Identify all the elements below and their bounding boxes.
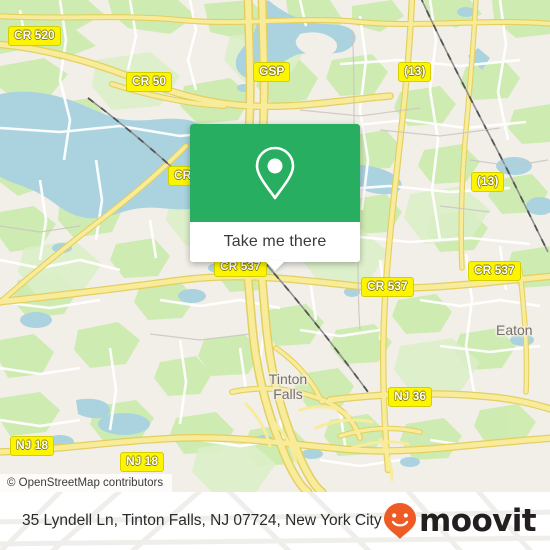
moovit-logo[interactable]: moovit (383, 502, 537, 540)
map-pin-icon (255, 146, 295, 200)
popup-pointer-tail (265, 261, 285, 271)
popup-action-area[interactable]: Take me there (190, 222, 360, 271)
shield-cr-50[interactable]: CR 50 (126, 72, 173, 92)
moovit-smiley-pin-icon (384, 503, 417, 539)
shield-nj-18-west[interactable]: NJ 18 (10, 436, 55, 456)
location-popup[interactable]: Take me there (190, 124, 360, 271)
shield-gsp[interactable]: GSP (253, 62, 291, 82)
shield-cr-520[interactable]: CR 520 (8, 26, 61, 46)
openstreetmap-attribution[interactable]: © OpenStreetMap contributors (0, 474, 173, 492)
shield-cr-537-center[interactable]: CR 537 (361, 277, 414, 297)
shield-route-13-east[interactable]: (13) (471, 172, 505, 192)
footer-bar: 35 Lyndell Ln, Tinton Falls, NJ 07724, N… (0, 492, 550, 550)
popup-image-area (190, 124, 360, 222)
map-screenshot: Tinton Falls Eaton CR 520 CR 50 GSP (13)… (0, 0, 550, 550)
moovit-wordmark: moovit (419, 502, 537, 539)
shield-cr-537-east[interactable]: CR 537 (468, 261, 521, 281)
shield-route-13-north[interactable]: (13) (398, 62, 432, 82)
address-text: 35 Lyndell Ln, Tinton Falls, NJ 07724, N… (22, 512, 382, 529)
take-me-there-label: Take me there (223, 233, 327, 250)
shield-nj-18-south[interactable]: NJ 18 (120, 452, 165, 472)
shield-nj-36[interactable]: NJ 36 (388, 387, 433, 407)
map-canvas[interactable]: Tinton Falls Eaton CR 520 CR 50 GSP (13)… (0, 0, 550, 492)
attribution-text: © OpenStreetMap contributors (7, 477, 164, 489)
